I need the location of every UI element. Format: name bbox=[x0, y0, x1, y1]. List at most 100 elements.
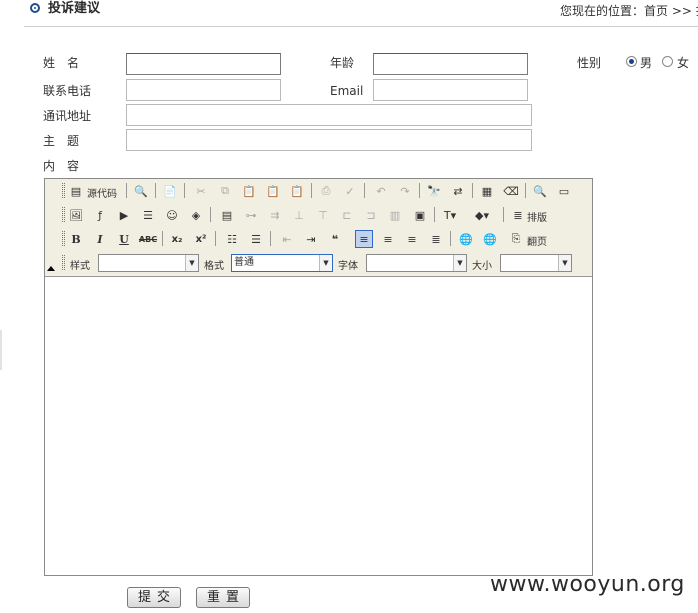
chevron-down-icon: ▼ bbox=[453, 255, 466, 271]
reset-button[interactable]: 重置 bbox=[196, 587, 250, 608]
zoom-preview-icon[interactable]: 🔍 bbox=[531, 182, 549, 200]
document-icon[interactable]: 📄 bbox=[161, 182, 179, 200]
toolbar-separator bbox=[210, 207, 211, 222]
toolbar-row-1: ▤ 源代码 🔍 📄 ✂ ⧉ 📋 📋 📋 ⎙ ✓ ↶ ↷ 🔭 ⇄ ▦ ⌫ 🔍 ▭ bbox=[45, 179, 592, 202]
delete-col-icon[interactable]: ⊤ bbox=[314, 206, 332, 224]
ordered-list-icon[interactable]: ☷ bbox=[223, 230, 241, 248]
subscript-icon[interactable]: x₂ bbox=[168, 230, 186, 248]
toolbar-separator bbox=[215, 231, 216, 246]
format-select[interactable]: 普通 ▼ bbox=[231, 254, 333, 272]
style-select[interactable]: ▼ bbox=[98, 254, 199, 272]
horizontal-rule-icon[interactable]: ☰ bbox=[139, 206, 157, 224]
font-select[interactable]: ▼ bbox=[366, 254, 467, 272]
insert-row-icon[interactable]: ⊶ bbox=[242, 206, 260, 224]
bold-icon[interactable]: B bbox=[67, 230, 85, 248]
cell-props-icon[interactable]: ▥ bbox=[386, 206, 404, 224]
strikethrough-icon[interactable]: ABC bbox=[139, 230, 157, 248]
align-justify-icon[interactable]: ≣ bbox=[427, 230, 445, 248]
source-icon[interactable]: ▤ bbox=[67, 182, 85, 200]
bg-color-icon[interactable]: ◆▾ bbox=[473, 206, 491, 224]
text-color-icon[interactable]: T▾ bbox=[441, 206, 459, 224]
source-button-label: 源代码 bbox=[87, 189, 117, 200]
image-icon[interactable]: 🖼 bbox=[67, 206, 85, 224]
submit-button[interactable]: 提交 bbox=[127, 587, 181, 608]
content-label: 内 容 bbox=[43, 159, 80, 173]
unlink-icon[interactable]: 🌐 bbox=[481, 230, 499, 248]
print-icon[interactable]: ⎙ bbox=[317, 182, 335, 200]
outdent-icon[interactable]: ⇤ bbox=[278, 230, 296, 248]
cut-icon[interactable]: ✂ bbox=[192, 182, 210, 200]
align-right-icon[interactable]: ≡ bbox=[403, 230, 421, 248]
gender-male-radio[interactable] bbox=[626, 56, 637, 67]
phone-input[interactable] bbox=[126, 79, 281, 101]
special-char-icon[interactable]: ◈ bbox=[187, 206, 205, 224]
find-icon[interactable]: 🔭 bbox=[425, 182, 443, 200]
form-icon[interactable]: ▣ bbox=[411, 206, 429, 224]
email-label: Email bbox=[330, 84, 364, 98]
italic-icon[interactable]: I bbox=[91, 230, 109, 248]
media-icon[interactable]: ▶ bbox=[115, 206, 133, 224]
font-label: 字体 bbox=[338, 261, 358, 272]
gender-female-radio[interactable] bbox=[662, 56, 673, 67]
flash-icon[interactable]: ƒ bbox=[91, 206, 109, 224]
page-break-icon[interactable]: ⎘ bbox=[507, 230, 525, 248]
eraser-icon[interactable]: ⌫ bbox=[502, 182, 520, 200]
unordered-list-icon[interactable]: ☰ bbox=[247, 230, 265, 248]
toolbar-separator bbox=[270, 231, 271, 246]
toolbar-separator bbox=[364, 183, 365, 198]
table-icon[interactable]: ▤ bbox=[218, 206, 236, 224]
gender-label: 性别 bbox=[577, 56, 602, 70]
paste-text-icon[interactable]: 📋 bbox=[264, 182, 282, 200]
split-cells-icon[interactable]: ⊐ bbox=[362, 206, 380, 224]
indent-icon[interactable]: ⇥ bbox=[302, 230, 320, 248]
toolbar-separator bbox=[450, 231, 451, 246]
toolbar-grip bbox=[62, 231, 65, 246]
paste-word-icon[interactable]: 📋 bbox=[288, 182, 306, 200]
link-icon[interactable]: 🌐 bbox=[457, 230, 475, 248]
gender-male-label: 男 bbox=[640, 56, 653, 70]
redo-icon[interactable]: ↷ bbox=[396, 182, 414, 200]
size-label: 大小 bbox=[472, 261, 492, 272]
superscript-icon[interactable]: x² bbox=[192, 230, 210, 248]
align-center-icon[interactable]: ≡ bbox=[379, 230, 397, 248]
chevron-down-icon: ▼ bbox=[558, 255, 571, 271]
breadcrumb: 您现在的位置：首页 >> 投 bbox=[560, 4, 698, 18]
toolbar-separator bbox=[126, 183, 127, 198]
merge-cells-icon[interactable]: ⊏ bbox=[338, 206, 356, 224]
toolbar-separator bbox=[162, 231, 163, 246]
toolbar-separator bbox=[155, 183, 156, 198]
page-break-label: 翻页 bbox=[527, 237, 547, 248]
select-all-icon[interactable]: ▦ bbox=[478, 182, 496, 200]
phone-label: 联系电话 bbox=[43, 84, 92, 98]
email-input[interactable] bbox=[373, 79, 528, 101]
age-label: 年龄 bbox=[330, 56, 355, 70]
layout-icon[interactable]: ≣ bbox=[509, 206, 527, 224]
blockquote-icon[interactable]: ❝ bbox=[326, 230, 344, 248]
maximize-icon[interactable]: ▭ bbox=[555, 182, 573, 200]
toolbar-grip bbox=[62, 183, 65, 198]
section-bullet-icon bbox=[30, 3, 40, 13]
insert-col-icon[interactable]: ⇉ bbox=[266, 206, 284, 224]
age-input[interactable] bbox=[373, 53, 528, 75]
toolbar-collapse-icon[interactable] bbox=[47, 266, 55, 271]
toolbar-grip bbox=[62, 255, 65, 270]
chevron-down-icon: ▼ bbox=[319, 255, 332, 271]
subject-input[interactable] bbox=[126, 129, 532, 151]
address-input[interactable] bbox=[126, 104, 532, 126]
align-left-icon[interactable]: ≡ bbox=[355, 230, 373, 248]
replace-icon[interactable]: ⇄ bbox=[449, 182, 467, 200]
delete-row-icon[interactable]: ⊥ bbox=[290, 206, 308, 224]
undo-icon[interactable]: ↶ bbox=[372, 182, 390, 200]
editor-toolbar: ▤ 源代码 🔍 📄 ✂ ⧉ 📋 📋 📋 ⎙ ✓ ↶ ↷ 🔭 ⇄ ▦ ⌫ 🔍 ▭ … bbox=[45, 179, 592, 277]
toolbar-separator bbox=[419, 183, 420, 198]
paste-icon[interactable]: 📋 bbox=[240, 182, 258, 200]
underline-icon[interactable]: U bbox=[115, 230, 133, 248]
preview-icon[interactable]: 🔍 bbox=[132, 182, 150, 200]
name-input[interactable] bbox=[126, 53, 281, 75]
copy-icon[interactable]: ⧉ bbox=[216, 182, 234, 200]
smiley-icon[interactable]: ☺ bbox=[163, 206, 181, 224]
spellcheck-icon[interactable]: ✓ bbox=[341, 182, 359, 200]
editor-content-area[interactable] bbox=[45, 277, 592, 575]
toolbar-row-3: B I U ABC x₂ x² ☷ ☰ ⇤ ⇥ ❝ ≡ ≡ ≡ ≣ 🌐 🌐 ⎘ … bbox=[45, 227, 592, 250]
size-select[interactable]: ▼ bbox=[500, 254, 572, 272]
